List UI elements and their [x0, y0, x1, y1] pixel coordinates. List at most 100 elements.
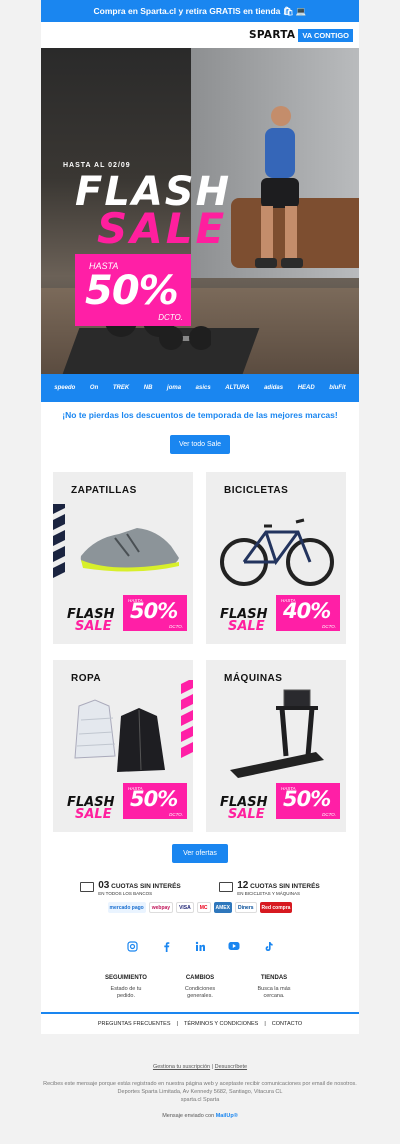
- card-title: ROPA: [71, 673, 102, 684]
- view-offers-button[interactable]: Ver ofertas: [172, 844, 228, 863]
- athlete-image: [255, 106, 303, 268]
- brand-logo-new-balance[interactable]: NB: [144, 385, 153, 391]
- hero-dcto: DCTO.: [158, 313, 183, 322]
- card-icon: [219, 882, 234, 892]
- card-discount-box: HASTA 40% DCTO.: [276, 595, 340, 631]
- intro-text: ¡No te pierdas los descuentos de tempora…: [62, 410, 338, 420]
- faq-link[interactable]: PREGUNTAS FRECUENTES: [98, 1021, 171, 1027]
- payment-mercadopago: mercado pago: [107, 902, 146, 913]
- card-percent: 50%: [130, 787, 178, 811]
- view-sale-button[interactable]: Ver todo Sale: [170, 435, 230, 454]
- brand-tagline: VA CONTIGO: [298, 28, 353, 42]
- brand-logo-altura[interactable]: ALTURA: [225, 385, 249, 391]
- help-title: TIENDAS: [260, 975, 288, 981]
- brand-logo-speedo[interactable]: speedo: [54, 385, 75, 391]
- installments-section: 03 CUOTAS SIN INTERÉS EN TODOS LOS BANCO…: [41, 880, 359, 896]
- youtube-icon[interactable]: [227, 939, 241, 953]
- card-sale-text: SALE: [228, 807, 265, 822]
- email-container: Compra en Sparta.cl y retira GRATIS en t…: [41, 0, 359, 1034]
- card-discount-box: HASTA 50% DCTO.: [276, 783, 340, 819]
- brand-logo-on[interactable]: On: [90, 385, 98, 391]
- help-tracking[interactable]: SEGUIMIENTO Estado de tu pedido.: [102, 975, 150, 1000]
- stripes-decoration: [53, 504, 65, 578]
- sent-with-prefix: Mensaje enviado con: [162, 1113, 215, 1119]
- card-dcto: DCTO.: [169, 812, 183, 817]
- mailup-logo[interactable]: MailUp®: [216, 1113, 238, 1119]
- installment-12: 12 CUOTAS SIN INTERÉS EN BICICLETAS Y MÁ…: [219, 880, 320, 896]
- hero-banner[interactable]: HASTA AL 02/09 FLASH SALE HASTA 50% DCTO…: [41, 48, 359, 374]
- installment-3: 03 CUOTAS SIN INTERÉS EN TODOS LOS BANCO…: [80, 880, 181, 896]
- brand-logo-trek[interactable]: TREK: [113, 385, 129, 391]
- card-percent: 50%: [283, 787, 331, 811]
- card-maquinas[interactable]: MÁQUINAS FLASH SALE HASTA 50% DCTO.: [206, 660, 346, 832]
- subscription-links: Gestiona tu suscripción | Desuscríbete: [0, 1064, 400, 1070]
- brand-header: SPARTA VA CONTIGO: [41, 22, 359, 48]
- manage-subscription-link[interactable]: Gestiona tu suscripción: [153, 1064, 210, 1070]
- payment-webpay: webpay: [148, 902, 174, 913]
- help-text: Busca la más cercana.: [257, 986, 291, 999]
- payment-redcompra: Red compra: [259, 902, 293, 913]
- company-address: Deportes Sparta Limitada, Av Kennedy 568…: [117, 1089, 283, 1095]
- promo-topbar[interactable]: Compra en Sparta.cl y retira GRATIS en t…: [41, 0, 359, 22]
- payment-visa: VISA: [176, 902, 194, 913]
- legal-footer: Gestiona tu suscripción | Desuscríbete R…: [0, 1064, 400, 1119]
- help-returns[interactable]: CAMBIOS Condiciones generales.: [176, 975, 224, 1000]
- terms-link[interactable]: TÉRMINOS Y CONDICIONES: [184, 1021, 258, 1027]
- installment-sub: EN TODOS LOS BANCOS: [98, 891, 153, 896]
- brand-logo-joma[interactable]: joma: [167, 385, 181, 391]
- hero-discount-box: HASTA 50% DCTO.: [75, 254, 191, 326]
- legal-notice: Recibes este mensaje porque estás regist…: [43, 1081, 357, 1087]
- card-sale-text: SALE: [228, 619, 265, 634]
- linkedin-icon[interactable]: [193, 939, 207, 953]
- shoe-image: [80, 528, 179, 572]
- card-percent: 40%: [283, 599, 331, 623]
- payment-methods: mercado pago webpay VISA MC AMEX Diners …: [41, 902, 359, 913]
- card-title: MÁQUINAS: [224, 673, 283, 684]
- card-percent: 50%: [130, 599, 178, 623]
- company-site[interactable]: sparta.cl Sparta: [0, 1096, 400, 1104]
- brand-logos-strip: speedo On TREK NB joma asics ALTURA adid…: [41, 374, 359, 402]
- brand-logo-head[interactable]: HEAD: [298, 385, 315, 391]
- installment-label: CUOTAS SIN INTERÉS: [250, 883, 320, 890]
- installment-sub: EN BICICLETAS Y MÁQUINAS: [237, 891, 301, 896]
- brand-logo[interactable]: SPARTA: [249, 29, 295, 41]
- card-title: ZAPATILLAS: [71, 485, 137, 496]
- social-links: [41, 939, 359, 953]
- card-zapatillas[interactable]: ZAPATILLAS FLASH SALE HASTA 50% DCTO.: [53, 472, 193, 644]
- help-title: SEGUIMIENTO: [105, 975, 147, 981]
- footer-links: PREGUNTAS FRECUENTES | TÉRMINOS Y CONDIC…: [41, 1012, 359, 1034]
- contact-link[interactable]: CONTACTO: [272, 1021, 302, 1027]
- hero-sale-text: SALE: [97, 204, 228, 253]
- installment-label: CUOTAS SIN INTERÉS: [111, 883, 181, 890]
- installment-count: 03: [98, 880, 110, 891]
- payment-amex: AMEX: [213, 902, 232, 913]
- brand-logo-adidas[interactable]: adidas: [264, 385, 283, 391]
- facebook-icon[interactable]: [159, 939, 173, 953]
- brand-logo-blufit[interactable]: bluFit: [329, 385, 345, 391]
- card-icon: [80, 882, 95, 892]
- card-sale-text: SALE: [75, 807, 112, 822]
- help-section: SEGUIMIENTO Estado de tu pedido. CAMBIOS…: [41, 975, 359, 1000]
- card-discount-box: HASTA 50% DCTO.: [123, 595, 187, 631]
- installment-count: 12: [237, 880, 249, 891]
- hero-percent: 50%: [85, 268, 179, 314]
- brand-logo-asics[interactable]: asics: [196, 385, 211, 391]
- tiktok-icon[interactable]: [261, 939, 275, 953]
- help-stores[interactable]: TIENDAS Busca la más cercana.: [250, 975, 298, 1000]
- category-cards: ZAPATILLAS FLASH SALE HASTA 50% DCTO. BI…: [41, 454, 359, 844]
- bicycle-image: [220, 518, 334, 586]
- treadmill-image: [230, 689, 324, 778]
- help-text: Estado de tu pedido.: [110, 986, 142, 999]
- card-dcto: DCTO.: [322, 624, 336, 629]
- jackets-image: [74, 699, 165, 772]
- card-bicicletas[interactable]: BICICLETAS FLASH SALE HASTA 40% DCTO.: [206, 472, 346, 644]
- instagram-icon[interactable]: [125, 939, 139, 953]
- card-ropa[interactable]: ROPA FLASH SALE HASTA 50% DCTO.: [53, 660, 193, 832]
- help-text: Condiciones generales.: [184, 986, 216, 999]
- card-dcto: DCTO.: [169, 624, 183, 629]
- separator: |: [176, 1021, 178, 1027]
- unsubscribe-link[interactable]: Desuscríbete: [215, 1064, 247, 1070]
- payment-diners: Diners: [234, 902, 257, 913]
- card-dcto: DCTO.: [322, 812, 336, 817]
- promo-topbar-text[interactable]: Compra en Sparta.cl y retira GRATIS en t…: [94, 6, 307, 17]
